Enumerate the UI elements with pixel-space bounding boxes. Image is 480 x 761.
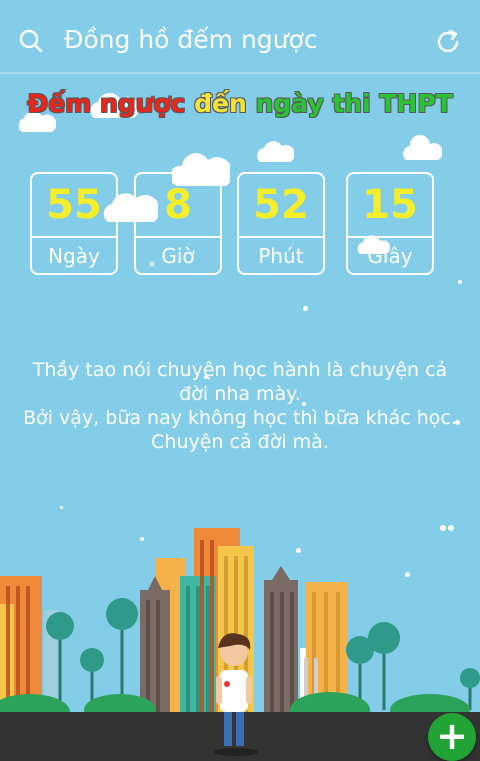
hours-label: Giờ [161,244,195,268]
quote-line-1: Thầy tao nói chuyện học hành là chuyện c… [32,359,448,405]
headline-part-3: ngày thi THPT [255,89,453,118]
box-divider [136,236,220,238]
seconds-value: 15 [362,182,418,228]
headline-part-1: Đếm ngược [27,89,186,118]
box-divider [32,236,116,238]
refresh-icon[interactable] [434,28,462,56]
motivational-quote: Thầy tao nói chuyện học hành là chuyện c… [20,358,460,454]
countdown-hours: 8 Giờ [134,172,222,275]
page-title: Đồng hồ đếm ngược [64,25,318,54]
minutes-value: 52 [253,182,309,228]
countdown-seconds: 15 Giây [346,172,434,275]
minutes-label: Phút [258,244,304,268]
cloud-decoration [403,135,442,160]
quote-line-2: Bởi vậy, bữa nay không học thì bữa khác … [23,407,457,453]
seconds-label: Giây [367,244,413,268]
add-button[interactable]: + [428,713,476,761]
headline-part-2: đến [194,89,247,118]
app-bar-divider [0,72,480,74]
plus-icon: + [436,714,468,758]
cloud-decoration [257,141,294,162]
search-icon[interactable] [18,28,44,54]
city-illustration [0,528,480,761]
countdown-headline: Đếm ngược đến ngày thi THPT [0,84,480,124]
box-divider [348,236,432,238]
days-label: Ngày [48,244,100,268]
days-value: 55 [46,182,102,228]
hours-value: 8 [164,182,192,228]
app-bar: Đồng hồ đếm ngược [0,0,480,76]
box-divider [239,236,323,238]
countdown-days: 55 Ngày [30,172,118,275]
countdown-minutes: 52 Phút [237,172,325,275]
